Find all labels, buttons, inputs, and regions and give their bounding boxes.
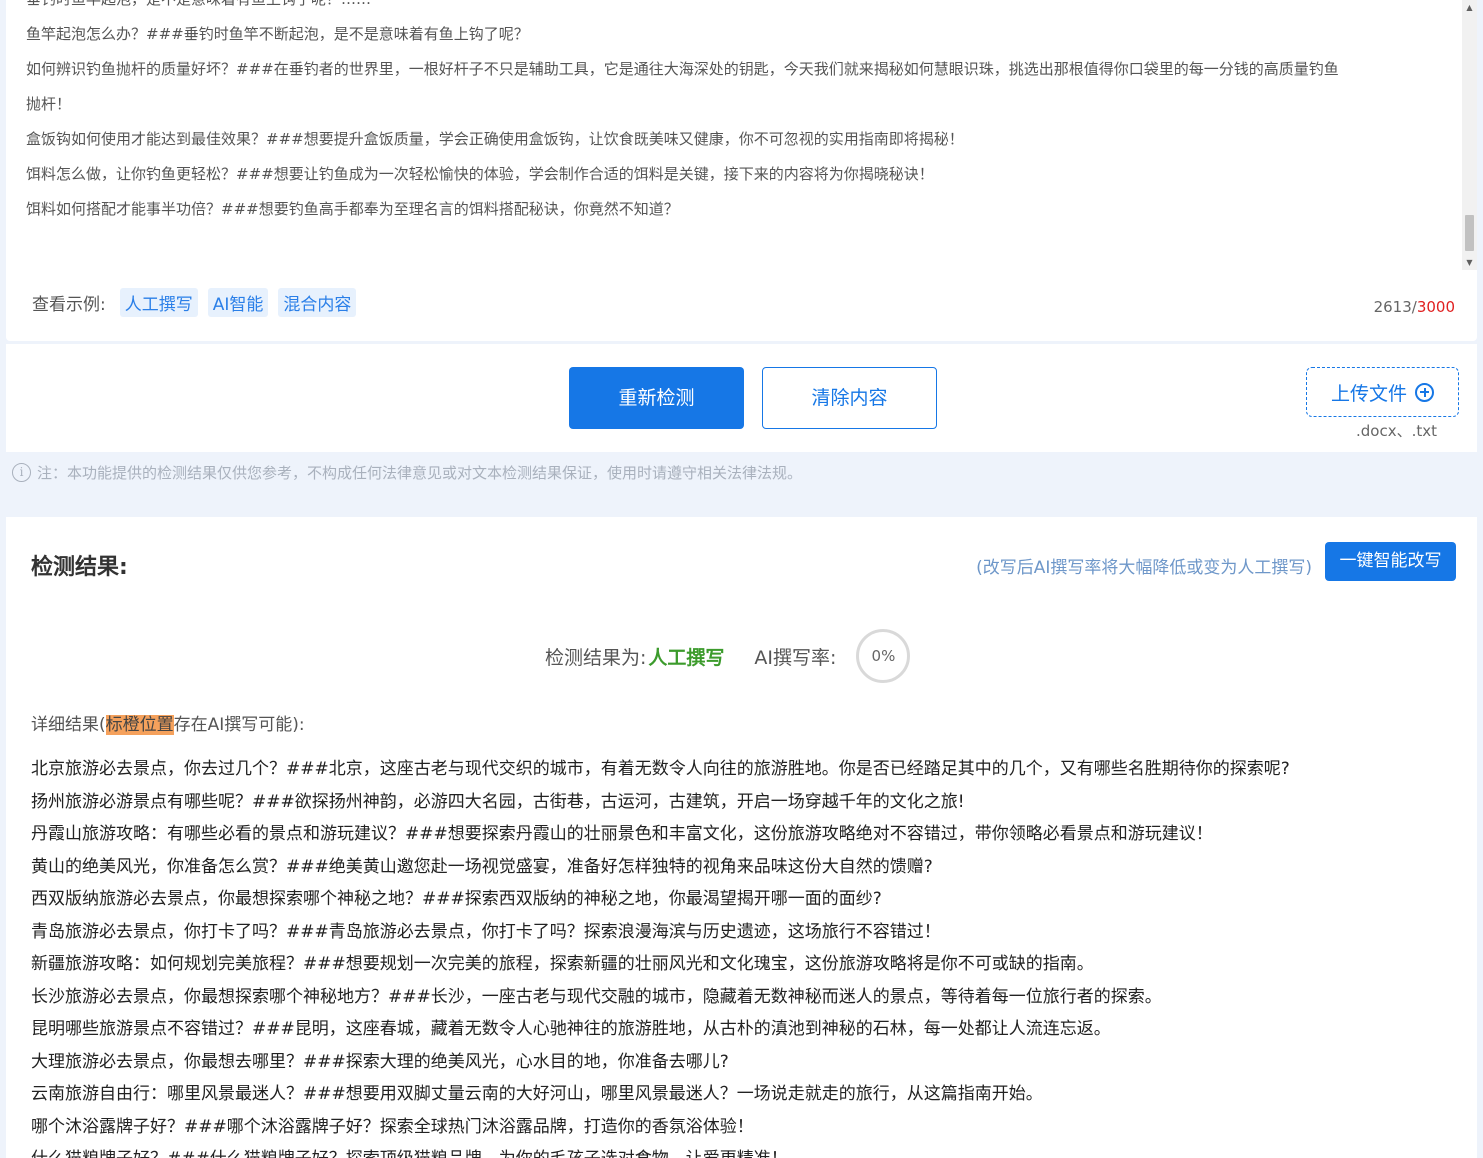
examples-label: 查看示例: xyxy=(32,295,106,315)
ai-rate-label: AI撰写率: xyxy=(754,646,837,669)
input-line: 如何辨识钓鱼抛杆的质量好坏？###在垂钓者的世界里，一根好杆子不只是辅助工具，它… xyxy=(26,60,1339,78)
smart-rewrite-button[interactable]: 一键智能改写 xyxy=(1325,542,1456,581)
verdict-row: 检测结果为: 人工撰写 AI撰写率: 0% xyxy=(545,629,911,683)
page: 垂钓时鱼竿起泡，是不是意味着有鱼上钩了呢？…… 鱼竿起泡怎么办？###垂钓时鱼竿… xyxy=(0,0,1483,1158)
info-icon: i xyxy=(12,463,31,482)
orange-highlight-legend: 标橙位置 xyxy=(105,715,174,735)
input-line: 鱼竿起泡怎么办？###垂钓时鱼竿不断起泡，是不是意味着有鱼上钩了呢？ xyxy=(26,25,529,43)
upload-file-label: 上传文件 xyxy=(1330,382,1407,405)
result-line: 云南旅游自由行：哪里风景最迷人？###想要用双脚丈量云南的大好河山，哪里风景最迷… xyxy=(31,1084,1043,1104)
verdict-label: 检测结果为: xyxy=(545,646,647,669)
scroll-up-arrow-icon[interactable]: ▲ xyxy=(1462,0,1477,15)
input-line: 饵料怎么做，让你钓鱼更轻松？###想要让钓鱼成为一次轻松愉快的体验，学会制作合适… xyxy=(26,165,934,183)
result-line: 新疆旅游攻略：如何规划完美旅程？###想要规划一次完美的旅程，探索新疆的壮丽风光… xyxy=(31,954,1094,974)
text-input-card: 垂钓时鱼竿起泡，是不是意味着有鱼上钩了呢？…… 鱼竿起泡怎么办？###垂钓时鱼竿… xyxy=(6,0,1477,341)
result-line: 昆明哪些旅游景点不容错过？###昆明，这座春城，藏着无数令人心驰神往的旅游胜地，… xyxy=(31,1019,1111,1039)
upload-file-button[interactable]: 上传文件 xyxy=(1306,367,1459,417)
scroll-thumb[interactable] xyxy=(1465,215,1474,251)
action-bar: 重新检测 清除内容 上传文件 .docx、.txt xyxy=(6,344,1477,452)
disclaimer-text: 注：本功能提供的检测结果仅供您参考，不构成任何法律意见或对文本检测结果保证，使用… xyxy=(37,464,803,482)
example-ai-button[interactable]: AI智能 xyxy=(207,288,269,317)
result-text: 北京旅游必去景点，你去过几个？###北京，这座古老与现代交织的城市，有着无数令人… xyxy=(31,753,1451,1158)
result-line: 什么猫粮牌子好？###什么猫粮牌子好？探索顶级猫粮品牌，为你的毛孩子选对食物，让… xyxy=(31,1143,1451,1158)
input-line: 盒饭钩如何使用才能达到最佳效果？###想要提升盒饭质量，学会正确使用盒饭钩，让饮… xyxy=(26,130,964,148)
result-line: 黄山的绝美风光，你准备怎么赏？###绝美黄山邀您赴一场视觉盛宴，准备好怎样独特的… xyxy=(31,856,933,877)
recheck-button[interactable]: 重新检测 xyxy=(569,367,744,429)
result-line: 西双版纳旅游必去景点，你最想探索哪个神秘之地？###探索西双版纳的神秘之地，你最… xyxy=(31,889,882,909)
verdict-value: 人工撰写 xyxy=(648,646,725,669)
examples-row: 查看示例: 人工撰写 AI智能 混合内容 xyxy=(32,288,366,317)
result-line: 长沙旅游必去景点，你最想探索哪个神秘地方？###长沙，一座古老与现代交融的城市，… xyxy=(31,986,1162,1007)
result-card: 检测结果: (改写后AI撰写率将大幅降低或变为人工撰写) 一键智能改写 检测结果… xyxy=(6,517,1477,1158)
result-title: 检测结果: xyxy=(31,555,128,580)
result-line: 扬州旅游必游景点有哪些呢？###欲探扬州神韵，必游四大名园，古街巷，古运河，古建… xyxy=(31,791,965,812)
detail-prefix: 详细结果( xyxy=(31,715,106,735)
plus-circle-icon xyxy=(1415,382,1434,402)
result-line: 大理旅游必去景点，你最想去哪里？###探索大理的绝美风光，心水目的地，你准备去哪… xyxy=(31,1051,729,1072)
input-line: 抛杆！ xyxy=(26,95,72,113)
input-line: 垂钓时鱼竿起泡，是不是意味着有鱼上钩了呢？…… xyxy=(26,0,1462,17)
disclaimer-notice: i 注：本功能提供的检测结果仅供您参考，不构成任何法律意见或对文本检测结果保证，… xyxy=(12,462,802,483)
example-human-button[interactable]: 人工撰写 xyxy=(119,288,198,317)
result-line: 北京旅游必去景点，你去过几个？###北京，这座古老与现代交织的城市，有着无数令人… xyxy=(31,759,1290,779)
result-line: 青岛旅游必去景点，你打卡了吗？###青岛旅游必去景点，你打卡了吗？探索浪漫海滨与… xyxy=(31,921,941,942)
char-count: 2613 xyxy=(1373,298,1412,316)
scroll-down-arrow-icon[interactable]: ▼ xyxy=(1462,255,1477,270)
rewrite-hint: (改写后AI撰写率将大幅降低或变为人工撰写) xyxy=(976,558,1312,578)
upload-file-types: .docx、.txt xyxy=(1356,422,1437,440)
result-line: 丹霞山旅游攻略：有哪些必看的景点和游玩建议？###想要探索丹霞山的壮丽景色和丰富… xyxy=(31,824,1213,844)
text-input-area[interactable]: 垂钓时鱼竿起泡，是不是意味着有鱼上钩了呢？…… 鱼竿起泡怎么办？###垂钓时鱼竿… xyxy=(6,0,1462,270)
example-mixed-button[interactable]: 混合内容 xyxy=(278,288,357,317)
char-counter: 2613/3000 xyxy=(1374,298,1455,316)
clear-content-button[interactable]: 清除内容 xyxy=(762,367,937,429)
input-line: 饵料如何搭配才能事半功倍？###想要钓鱼高手都奉为至理名言的饵料搭配秘诀，你竟然… xyxy=(26,200,679,218)
result-line: 哪个沐浴露牌子好？###哪个沐浴露牌子好？探索全球热门沐浴露品牌，打造你的香氛浴… xyxy=(31,1116,754,1137)
detail-label: 详细结果(标橙位置存在AI撰写可能): xyxy=(31,710,305,735)
text-scrollbar[interactable]: ▲ ▼ xyxy=(1462,0,1477,270)
detail-suffix: 存在AI撰写可能): xyxy=(173,715,305,735)
char-count-max: 3000 xyxy=(1416,298,1455,316)
ai-rate-gauge: 0% xyxy=(856,629,911,683)
